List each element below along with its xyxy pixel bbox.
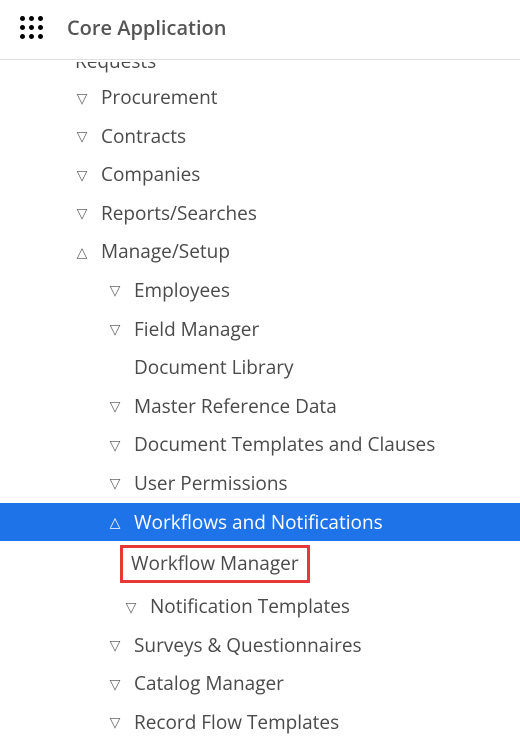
app-header: Core Application xyxy=(0,0,520,60)
chevron-down-icon: ▽ xyxy=(73,204,91,224)
nav-item-document-library[interactable]: ▽ Document Library xyxy=(28,348,492,387)
nav-item-manage-setup[interactable]: △ Manage/Setup xyxy=(28,232,492,271)
nav-item-reports-searches[interactable]: ▽ Reports/Searches xyxy=(28,194,492,233)
nav-item-label: Reports/Searches xyxy=(101,200,257,227)
nav-item-label: Field Manager xyxy=(134,316,259,343)
nav-item-document-templates[interactable]: ▽ Document Templates and Clauses xyxy=(28,425,492,464)
nav-item-label: Workflow Manager xyxy=(131,550,299,576)
nav-item-label: Master Reference Data xyxy=(134,393,337,420)
nav-item-workflow-manager[interactable]: Workflow Manager xyxy=(120,545,310,583)
nav-item-label: Workflows and Notifications xyxy=(134,509,383,536)
nav-item-surveys-questionnaires[interactable]: ▽ Surveys & Questionnaires xyxy=(28,626,492,665)
nav-item-label: Surveys & Questionnaires xyxy=(134,632,362,659)
chevron-down-icon: ▽ xyxy=(73,89,91,109)
nav-item-workflows-notifications[interactable]: △ Workflows and Notifications xyxy=(0,503,520,542)
chevron-down-icon: ▽ xyxy=(73,127,91,147)
chevron-up-icon: △ xyxy=(106,513,124,533)
nav-item-label: Catalog Manager xyxy=(134,670,284,697)
nav-item-label: Companies xyxy=(101,161,200,188)
chevron-down-icon: ▽ xyxy=(122,598,140,618)
chevron-down-icon: ▽ xyxy=(106,281,124,301)
nav-item-employees[interactable]: ▽ Employees xyxy=(28,271,492,310)
nav-item-field-manager[interactable]: ▽ Field Manager xyxy=(28,310,492,349)
nav-item-companies[interactable]: ▽ Companies xyxy=(28,155,492,194)
nav-item-contracts[interactable]: ▽ Contracts xyxy=(28,117,492,156)
nav-item-label: Document Templates and Clauses xyxy=(134,431,435,458)
chevron-up-icon: △ xyxy=(73,243,91,263)
nav-item-record-flow-templates[interactable]: ▽ Record Flow Templates xyxy=(28,703,492,742)
nav-item-procurement[interactable]: ▽ Procurement xyxy=(28,78,492,117)
chevron-down-icon: ▽ xyxy=(106,713,124,733)
chevron-down-icon: ▽ xyxy=(106,675,124,695)
nav-item-label: Record Flow Templates xyxy=(134,709,339,736)
nav-item-label: Manage/Setup xyxy=(101,238,230,265)
chevron-down-icon: ▽ xyxy=(106,474,124,494)
nav-item-label: Contracts xyxy=(101,123,186,150)
nav-item-notification-templates[interactable]: ▽ Notification Templates xyxy=(28,587,492,626)
nav-item-master-reference-data[interactable]: ▽ Master Reference Data xyxy=(28,387,492,426)
nav-item-catalog-manager[interactable]: ▽ Catalog Manager xyxy=(28,664,492,703)
nav-item-label: Document Library xyxy=(134,354,294,381)
nav-item-cutoff[interactable]: Requests xyxy=(75,62,520,78)
chevron-down-icon: ▽ xyxy=(106,636,124,656)
chevron-down-icon: ▽ xyxy=(106,436,124,456)
navigation-tree: Requests ▽ Procurement ▽ Contracts ▽ Com… xyxy=(0,60,520,742)
page-title: Core Application xyxy=(67,14,226,41)
apps-grid-icon[interactable] xyxy=(20,16,43,39)
chevron-down-icon: ▽ xyxy=(106,320,124,340)
nav-item-label: Procurement xyxy=(101,84,218,111)
chevron-down-icon: ▽ xyxy=(106,397,124,417)
nav-item-label: Notification Templates xyxy=(150,593,350,620)
nav-item-label: Employees xyxy=(134,277,230,304)
nav-item-label: Requests xyxy=(75,62,156,74)
nav-item-label: User Permissions xyxy=(134,470,288,497)
chevron-down-icon: ▽ xyxy=(73,166,91,186)
nav-item-user-permissions[interactable]: ▽ User Permissions xyxy=(28,464,492,503)
